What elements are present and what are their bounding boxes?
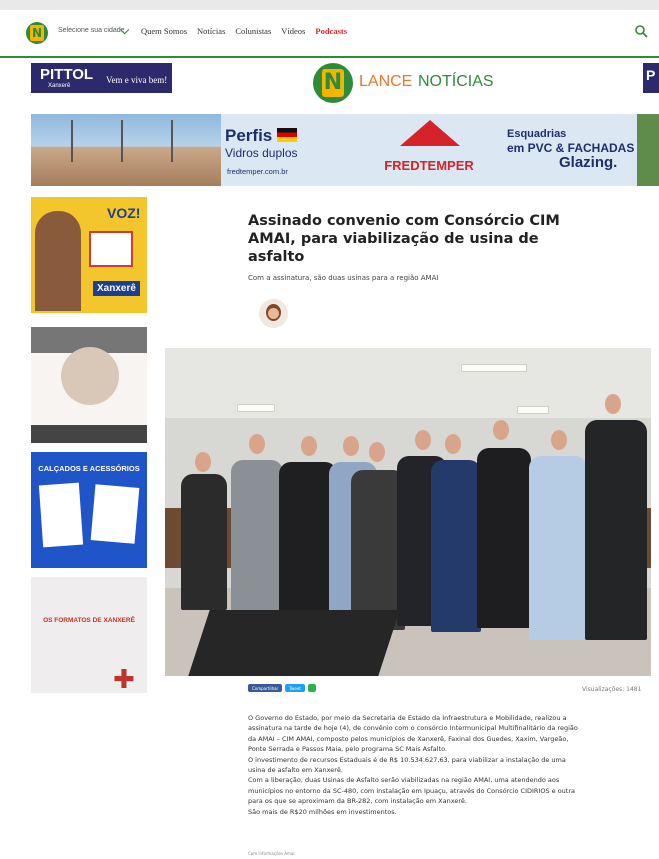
whatsapp-share-button[interactable] (307, 684, 316, 692)
person (529, 456, 587, 640)
product-photo-1 (38, 482, 84, 548)
pittol-ad[interactable]: PITTOL Xanxerê Vem e viva bem! (31, 63, 172, 93)
chevron-down-icon[interactable]: ⌵ (120, 23, 129, 38)
article-subtitle: Com a assinatura, são duas usinas para a… (248, 274, 439, 282)
person (585, 420, 647, 640)
site-logo-small[interactable]: N (26, 22, 48, 44)
nav-item-podcasts[interactable]: Podcasts (315, 26, 347, 36)
tweet-button[interactable]: Tweet (285, 684, 305, 692)
nav-item-videos[interactable]: Vídeos (281, 26, 305, 36)
banner-pvc: em PVC & FACHADAS (507, 141, 635, 155)
top-navigation: N Selecione sua cidade ⌵ Quem Somos Notí… (0, 10, 659, 58)
ad-voz-text: VOZ! (107, 205, 141, 221)
banner-perfis: Perfis (225, 126, 273, 145)
house-roof-icon (400, 120, 460, 146)
article-paragraph: Com a liberação, duas Usinas de Asfalto … (248, 776, 576, 806)
portrait-image (61, 347, 119, 405)
banner-glazing: Glazing. (559, 154, 618, 171)
article-photo[interactable] (165, 348, 651, 676)
nav-item-colunistas[interactable]: Colunistas (235, 26, 271, 36)
pittol-city: Xanxerê (48, 83, 71, 89)
ceiling-light (517, 406, 549, 414)
fredtemper-logo: FREDTEMPER (374, 118, 484, 184)
browser-top-strip (0, 0, 659, 10)
ad-xanxere-text: Xanxerê (93, 281, 140, 296)
article-paragraph: O investimento de recursos Estaduais é d… (248, 755, 566, 775)
woman-photo (35, 211, 81, 311)
monitor (188, 610, 400, 676)
article-credit: Com informações Amai (248, 851, 295, 856)
share-buttons: Compartilhar Tweet (248, 684, 316, 692)
person (181, 474, 227, 610)
city-selector-label[interactable]: Selecione sua cidade (58, 27, 125, 34)
person (231, 460, 283, 618)
ad-calcados-title: CALÇADOS E ACESSÓRIOS (38, 464, 140, 473)
banner-vidros: Vidros duplos (225, 146, 298, 160)
pittol-tagline: Vem e viva bem! (106, 75, 168, 85)
article-paragraph: São mais de R$20 milhões em investimento… (248, 807, 397, 816)
banner-esquadrias: Esquadrias (507, 128, 567, 140)
sidebar-ad-calcados[interactable]: CALÇADOS E ACESSÓRIOS (31, 452, 147, 568)
ceiling-light (461, 364, 527, 372)
cross-icon: ✚ (113, 665, 135, 693)
sidebar-ad-pharmacy[interactable]: OS FORMATOS DE XANXERÊ ✚ (31, 577, 147, 693)
article-paragraph: O Governo do Estado, por meio da Secreta… (248, 714, 578, 754)
banner-room-image (31, 114, 221, 186)
sidebar-ad-portrait[interactable] (31, 327, 147, 443)
facebook-share-button[interactable]: Compartilhar (248, 684, 283, 692)
article-body: O Governo do Estado, por meio da Secreta… (248, 713, 578, 817)
search-icon[interactable] (634, 24, 648, 38)
avatar[interactable] (259, 299, 288, 328)
nav-item-noticias[interactable]: Notícias (197, 26, 225, 36)
view-count: Visualizações: 1481 (582, 686, 642, 693)
logo-text-noticias: NOTÍCIAS (418, 73, 494, 90)
calendar-icon (89, 231, 133, 267)
person (477, 448, 531, 628)
person (431, 460, 481, 632)
pittol-ad-right[interactable]: P (643, 63, 659, 93)
pittol-name: PITTOL (40, 66, 94, 83)
ad-pharmacy-title: OS FORMATOS DE XANXERÊ (43, 617, 135, 624)
sidebar-ad-voz[interactable]: VOZ! Xanxerê (31, 197, 147, 313)
nav-item-quem-somos[interactable]: Quem Somos (141, 26, 187, 36)
logo-text-lance: LANCE (359, 73, 413, 90)
main-menu: Quem Somos Notícias Colunistas Vídeos Po… (141, 26, 347, 36)
ceiling-light (237, 404, 275, 412)
banner-site: fredtemper.com.br (227, 167, 288, 176)
article-title: Assinado convenio com Consórcio CIM AMAI… (248, 213, 560, 265)
germany-flag-icon (277, 128, 297, 142)
logo-mark: N (313, 63, 353, 103)
fredtemper-banner-ad[interactable]: Perfis Vidros duplos fredtemper.com.br F… (31, 114, 659, 186)
product-photo-2 (90, 484, 140, 544)
